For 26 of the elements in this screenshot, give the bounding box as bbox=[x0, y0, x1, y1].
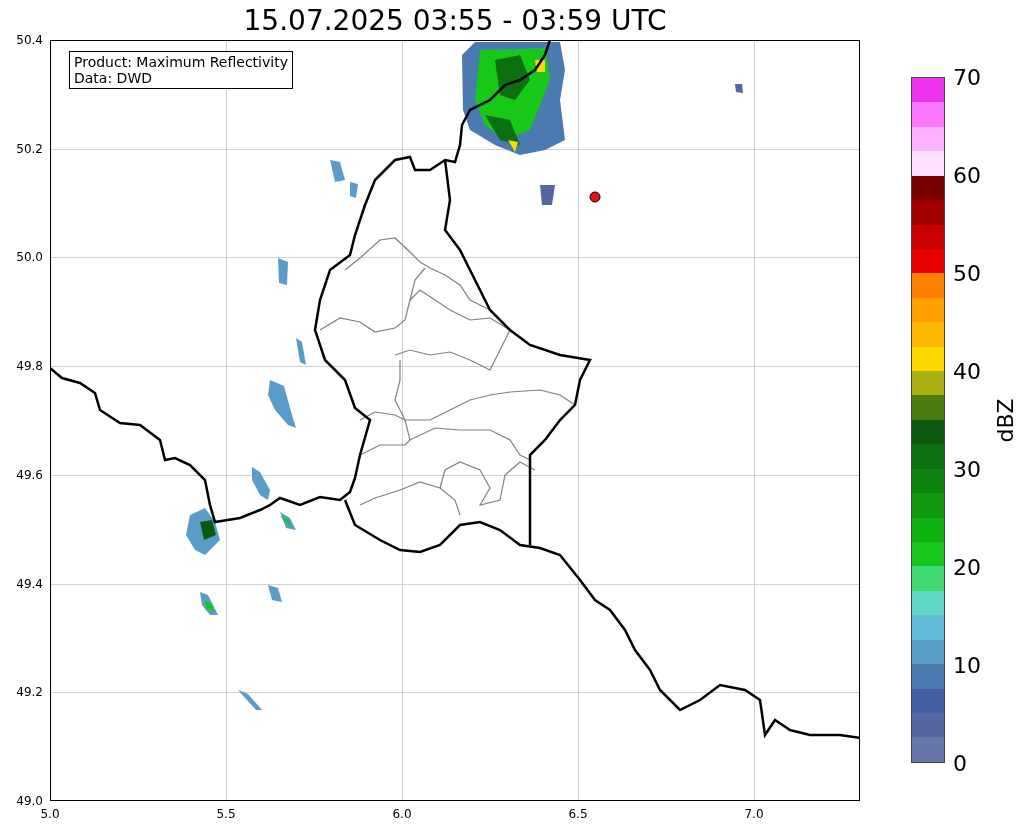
colorbar-tick-label: 50 bbox=[953, 260, 981, 286]
x-axis-tick-label: 7.0 bbox=[744, 807, 764, 821]
y-axis-tick-label: 49.2 bbox=[16, 685, 43, 700]
location-marker bbox=[589, 191, 601, 203]
colorbar-tick-label: 10 bbox=[953, 652, 981, 678]
chart-title: 15.07.2025 03:55 - 03:59 UTC bbox=[243, 3, 667, 37]
x-axis-tick-label: 6.5 bbox=[568, 807, 588, 821]
colorbar-tick-label: 40 bbox=[953, 358, 981, 384]
x-axis-tick-label: 6.0 bbox=[392, 807, 412, 821]
colorbar-tick-label: 30 bbox=[953, 456, 981, 482]
x-axis-tick-label: 5.5 bbox=[216, 807, 236, 821]
legend-text: Data: DWD bbox=[74, 70, 153, 86]
colorbar-tick-label: 70 bbox=[953, 64, 981, 90]
y-axis-tick-label: 49.8 bbox=[16, 359, 43, 374]
y-axis-tick-label: 49.4 bbox=[16, 576, 43, 591]
y-axis-tick-label: 50.2 bbox=[16, 141, 43, 156]
y-axis-tick-label: 50.0 bbox=[16, 250, 43, 265]
legend-text: Product: Maximum Reflectivity bbox=[74, 54, 288, 70]
colorbar-tick-label: 20 bbox=[953, 554, 981, 580]
colorbar-label: dBZ bbox=[992, 397, 1018, 443]
y-axis-tick-label: 50.4 bbox=[16, 33, 43, 47]
x-axis-tick-label: 5.0 bbox=[40, 807, 60, 821]
colorbar-tick-label: 60 bbox=[953, 162, 981, 188]
y-axis-tick-label: 49.0 bbox=[16, 794, 43, 808]
y-axis-tick-label: 49.6 bbox=[16, 467, 43, 482]
colorbar-tick-label: 0 bbox=[953, 750, 967, 776]
